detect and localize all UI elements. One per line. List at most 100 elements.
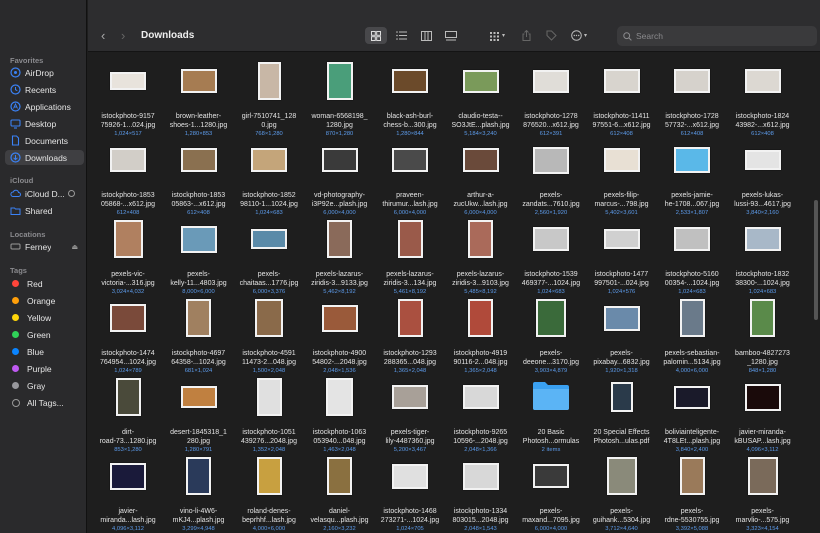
file-thumbnail [327, 220, 352, 258]
file-item[interactable]: istockphoto-1468 273271-...1024.jpg 1,024… [374, 451, 446, 532]
file-item[interactable]: istockphoto-5160 00354-...1024.jpg 1,024×… [656, 214, 728, 295]
sidebar-item-ferney[interactable]: Ferney ⏏ [5, 239, 84, 254]
icon-view-button[interactable] [365, 27, 387, 44]
tag-button[interactable] [543, 27, 559, 44]
file-item[interactable]: istockphoto-1832 38300-...1024.jpg 1,024×… [727, 214, 799, 295]
sidebar-item-label: Red [27, 278, 43, 289]
file-item[interactable]: istockphoto-1051 439276...2048.jpg 1,352×… [233, 372, 305, 453]
file-item[interactable]: pexels-lazarus- ziridis-3...9103.jpg 5,48… [445, 214, 517, 295]
sidebar-tag-orange[interactable]: Orange [5, 293, 84, 308]
list-view-button[interactable] [390, 27, 412, 44]
file-item[interactable]: pexels- chaitaas...1776.jpg 6,000×3,376 [233, 214, 305, 295]
more-actions-button[interactable]: ▾ [566, 27, 592, 44]
search-input[interactable] [636, 31, 806, 41]
file-item[interactable]: javier- miranda...lash.jpg 4,096×3,112 [92, 451, 164, 532]
file-item[interactable]: woman-6568198_ 1280.jpg 870×1,280 [304, 56, 376, 137]
file-item[interactable]: dirt- road-73...1280.jpg 853×1,280 [92, 372, 164, 453]
file-item[interactable]: vd-photography- i3P92e...plash.jpg 6,000×… [304, 135, 376, 216]
file-item[interactable]: istockphoto-1477 997501-...024.jpg 1,024×… [586, 214, 658, 295]
file-item[interactable]: istockphoto-1853 05868-...x612.jpg 612×40… [92, 135, 164, 216]
file-item[interactable]: istockphoto-4697 64358-...1024.jpg 681×1,… [163, 293, 235, 374]
file-item[interactable]: istockphoto-4919 90116-2...048.jpg 1,365×… [445, 293, 517, 374]
file-item[interactable]: daniel- velasqu...plash.jpg 2,160×3,232 [304, 451, 376, 532]
file-item[interactable]: pexels-vic- victoria-...316.jpg 3,024×4,0… [92, 214, 164, 295]
file-item[interactable]: istockphoto-1824 43982-...x612.jpg 612×40… [727, 56, 799, 137]
share-button[interactable] [518, 27, 534, 44]
file-item[interactable]: girl-7510741_128 0.jpg 768×1,280 [233, 56, 305, 137]
file-item[interactable]: pexels- guihank...5304.jpg 3,712×4,640 [586, 451, 658, 532]
file-item[interactable]: pexels-lazarus- ziridis-3...134.jpg 5,461… [374, 214, 446, 295]
file-size: 3,392×5,088 [675, 526, 709, 532]
file-item[interactable]: arthur-a- zucUkw...lash.jpg 6,000×4,000 [445, 135, 517, 216]
file-item[interactable]: pexels-lukas- lussi-93...4617.jpg 3,840×2… [727, 135, 799, 216]
file-item[interactable]: 20 Special Effects Photosh...ulas.pdf [586, 372, 658, 452]
search-field[interactable] [617, 26, 817, 46]
group-by-button[interactable]: ▾ [484, 27, 510, 44]
sidebar-tag-purple[interactable]: Purple [5, 361, 84, 376]
sidebar-item-icloud-drive[interactable]: iCloud D... [5, 186, 84, 201]
file-item[interactable]: claudio-testa-- SO3JtE...plash.jpg 5,184×… [445, 56, 517, 137]
file-item[interactable]: pexels- zandats...7610.jpg 2,560×1,920 [515, 135, 587, 216]
back-button[interactable]: ‹ [101, 28, 105, 43]
sidebar-item-applications[interactable]: Applications [5, 99, 84, 114]
file-name: pexels- rdne-5530755.jpg [664, 508, 720, 524]
sidebar-item-downloads[interactable]: Downloads [5, 150, 84, 165]
file-item[interactable]: praveen- thirumur...lash.jpg 6,000×4,000 [374, 135, 446, 216]
file-item[interactable]: black-ash-burl- chess-b...300.jpg 1,280×8… [374, 56, 446, 137]
file-item[interactable]: istockphoto-1852 98110-1...1024.jpg 1,024… [233, 135, 305, 216]
orange-tag-dot-icon [12, 297, 19, 304]
file-item[interactable]: istockphoto-1474 764954...1024.jpg 1,024×… [92, 293, 164, 374]
sidebar-item-recents[interactable]: Recents [5, 82, 84, 97]
file-item[interactable]: boliviainteligente- 4T8LEt...plash.jpg 3,… [656, 372, 728, 453]
sidebar-item-desktop[interactable]: Desktop [5, 116, 84, 131]
sidebar-item-label: All Tags... [27, 397, 64, 408]
sidebar-item-shared[interactable]: Shared [5, 203, 84, 218]
gallery-view-button[interactable] [440, 27, 462, 44]
file-item[interactable]: brown-leather- shoes-1...1280.jpg 1,280×8… [163, 56, 235, 137]
file-item[interactable]: pexels-tiger- lily-4487360.jpg 5,200×3,46… [374, 372, 446, 453]
sidebar-tag-yellow[interactable]: Yellow [5, 310, 84, 325]
file-item[interactable]: pexels-jamie- he-1708...067.jpg 2,533×1,8… [656, 135, 728, 216]
file-item[interactable]: istockphoto-4900 54802-...2048.jpg 2,048×… [304, 293, 376, 374]
file-item[interactable]: pexels- deeone...3170.jpg 3,903×4,879 [515, 293, 587, 374]
scrollbar[interactable] [814, 200, 818, 320]
file-item[interactable]: istockphoto-9157 75926-1...024.jpg 1,024×… [92, 56, 164, 137]
file-item[interactable]: pexels-lazarus- ziridis-3...9133.jpg 5,46… [304, 214, 376, 295]
file-item[interactable]: desert-1845318_1 280.jpg 1,280×791 [163, 372, 235, 453]
file-item[interactable]: istockphoto-1278 876520...x612.jpg 612×39… [515, 56, 587, 137]
forward-button[interactable]: › [121, 28, 125, 43]
file-item[interactable]: pexels- pixabay...6832.jpg 1,920×1,318 [586, 293, 658, 374]
file-item[interactable]: istockphoto-1293 288365...048.jpg 1,365×2… [374, 293, 446, 374]
file-item[interactable]: bamboo-4827273 _1280.jpg 848×1,280 [727, 293, 799, 374]
file-item[interactable]: istockphoto-1063 053940...048.jpg 1,463×2… [304, 372, 376, 453]
sidebar-item-documents[interactable]: Documents [5, 133, 84, 148]
file-item[interactable]: istockphoto-4591 11473-2...048.jpg 1,500×… [233, 293, 305, 374]
column-view-button[interactable] [415, 27, 437, 44]
sidebar-tag-blue[interactable]: Blue [5, 344, 84, 359]
file-item[interactable]: istockphoto-1539 469377-...1024.jpg 1,024… [515, 214, 587, 295]
file-item[interactable]: istockphoto-1334 803015...2048.jpg 2,048×… [445, 451, 517, 532]
sidebar-item-airdrop[interactable]: AirDrop [5, 65, 84, 80]
file-item[interactable]: vino-li-4W6- mKJ4...plash.jpg 3,299×4,948 [163, 451, 235, 532]
sidebar-tag-green[interactable]: Green [5, 327, 84, 342]
file-item[interactable]: istockphoto-1853 05863-...x612.jpg 612×40… [163, 135, 235, 216]
sidebar-tag-gray[interactable]: Gray [5, 378, 84, 393]
file-item[interactable]: roland-denes- beprhhf...lash.jpg 4,000×6,… [233, 451, 305, 532]
file-item[interactable]: istockphoto-9265 10596-...2048.jpg 2,048×… [445, 372, 517, 453]
file-item[interactable]: javier-miranda- kBUSAP...lash.jpg 4,096×3… [727, 372, 799, 453]
file-item[interactable]: istockphoto-1728 57732-...x612.jpg 612×40… [656, 56, 728, 137]
sidebar-tag-red[interactable]: Red [5, 276, 84, 291]
file-item[interactable]: pexels-sebastian- palomin...5134.jpg 4,00… [656, 293, 728, 374]
file-item[interactable]: pexels- kelly-11...4803.jpg 8,000×6,000 [163, 214, 235, 295]
file-item[interactable]: 20 Basic Photosh...ormulas 2 items [515, 372, 587, 453]
file-name: istockphoto-11411 97551-6...x612.jpg [592, 113, 651, 129]
file-item[interactable]: istockphoto-11411 97551-6...x612.jpg 612×… [586, 56, 658, 137]
file-item[interactable]: pexels-filip- marcus-...798.jpg 5,402×3,6… [586, 135, 658, 216]
sidebar-all-tags[interactable]: All Tags... [5, 395, 84, 410]
eject-icon[interactable]: ⏏ [71, 243, 78, 251]
file-item[interactable]: pexels- maxand...7095.jpg 6,000×4,000 [515, 451, 587, 532]
file-thumbnail-wrap [304, 140, 376, 180]
file-item[interactable]: pexels- marvlio-...575.jpg 3,323×4,154 [727, 451, 799, 532]
file-item[interactable]: pexels- rdne-5530755.jpg 3,392×5,088 [656, 451, 728, 532]
file-name: javier-miranda- kBUSAP...lash.jpg [734, 429, 791, 445]
